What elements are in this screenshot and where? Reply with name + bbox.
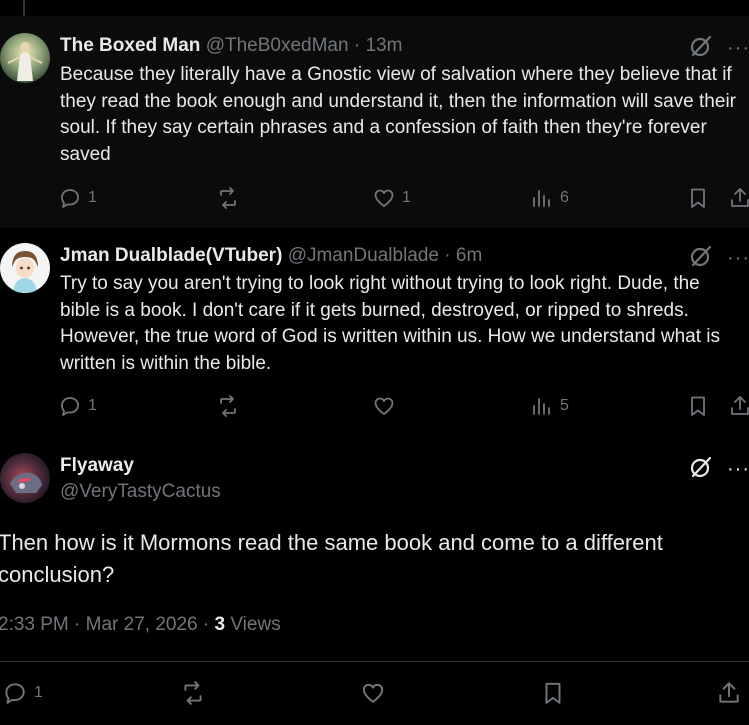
separator: · (353, 35, 361, 56)
author-handle[interactable]: @TheB0xedMan (206, 35, 349, 56)
repost-icon (184, 681, 202, 705)
grok-icon[interactable] (689, 244, 713, 273)
thread-line (23, 0, 25, 16)
heart-icon (374, 189, 394, 207)
bookmark-icon (691, 188, 705, 208)
author-handle[interactable]: @VeryTastyCactus (60, 481, 221, 503)
views-count: 6 (560, 189, 569, 206)
reply-tweet[interactable]: The Boxed Man @TheB0xedMan · 13m ··· Bec… (0, 16, 749, 228)
share-icon (731, 396, 749, 415)
author-name[interactable]: Flyaway (60, 455, 134, 477)
like-count: 1 (402, 189, 411, 206)
views-label: Views (225, 614, 281, 635)
separator: · (444, 245, 451, 266)
bookmark-icon (691, 396, 705, 416)
repost-button[interactable] (216, 394, 246, 418)
share-button[interactable] (728, 394, 749, 418)
views-button[interactable]: 5 (530, 394, 569, 418)
reply-count: 1 (88, 397, 97, 414)
repost-icon (220, 395, 236, 417)
share-icon (719, 682, 739, 703)
grok-icon[interactable] (689, 34, 713, 63)
comment-icon (61, 397, 79, 416)
divider (0, 661, 749, 662)
author-name[interactable]: The Boxed Man (60, 35, 200, 56)
reply-button[interactable]: 1 (58, 186, 97, 210)
post-actions: 1 (0, 680, 749, 710)
heart-icon (362, 683, 384, 703)
author-handle[interactable]: @JmanDualblade (288, 245, 439, 266)
reply-button[interactable]: 1 (58, 394, 97, 418)
repost-button[interactable] (216, 186, 246, 210)
conversation-view: The Boxed Man @TheB0xedMan · 13m ··· Bec… (0, 0, 749, 725)
reply-actions: 1 5 (58, 394, 749, 422)
bookmark-icon (545, 682, 561, 704)
post-header-actions: ··· (689, 455, 749, 484)
comment-icon (5, 683, 25, 704)
reply-button[interactable]: 1 (2, 680, 43, 706)
share-icon (731, 188, 749, 207)
post-time[interactable]: 6m (456, 245, 482, 266)
like-button[interactable] (372, 394, 402, 418)
reply-text: Because they literally have a Gnostic vi… (60, 64, 736, 165)
heart-icon (374, 397, 394, 415)
anime-character-avatar[interactable] (0, 243, 50, 293)
reply-header: Jman Dualblade(VTuber) @JmanDualblade · … (60, 245, 482, 267)
post-time[interactable]: 13m (365, 35, 402, 56)
more-options-icon[interactable]: ··· (727, 37, 749, 60)
reply-header-actions: ··· (689, 244, 749, 273)
reply-header: The Boxed Man @TheB0xedMan · 13m (60, 35, 402, 57)
like-button[interactable] (360, 680, 386, 706)
like-button[interactable]: 1 (372, 186, 411, 210)
reply-text: Try to say you aren't trying to look rig… (60, 273, 721, 374)
more-options-icon[interactable]: ··· (727, 247, 749, 270)
share-button[interactable] (716, 680, 742, 706)
reply-tweet[interactable]: Jman Dualblade(VTuber) @JmanDualblade · … (0, 228, 749, 438)
reply-count: 1 (34, 684, 43, 701)
post-timestamp[interactable]: 2:33 PM · Mar 27, 2026 · (0, 614, 215, 635)
repost-icon (220, 187, 236, 209)
post-meta: 2:33 PM · Mar 27, 2026 · 3 Views (0, 614, 281, 636)
analytics-icon (533, 190, 550, 207)
reply-count: 1 (88, 189, 97, 206)
views-button[interactable]: 6 (530, 186, 569, 210)
grok-icon[interactable] (689, 455, 713, 484)
views-count: 3 (214, 614, 226, 635)
bookmark-button[interactable] (686, 394, 710, 418)
post-text: Then how is it Mormons read the same boo… (0, 530, 663, 587)
comment-icon (61, 189, 79, 208)
robot-avatar[interactable] (0, 453, 50, 503)
views-count: 5 (560, 397, 569, 414)
share-button[interactable] (728, 186, 749, 210)
repost-button[interactable] (180, 680, 206, 706)
bookmark-button[interactable] (540, 680, 566, 706)
more-options-icon[interactable]: ··· (727, 458, 749, 481)
reply-header-actions: ··· (689, 34, 749, 63)
religious-figure-avatar[interactable] (0, 33, 50, 83)
author-name[interactable]: Jman Dualblade(VTuber) (60, 245, 282, 266)
reply-actions: 1 1 6 (58, 186, 749, 214)
analytics-icon (533, 398, 550, 415)
bookmark-button[interactable] (686, 186, 710, 210)
